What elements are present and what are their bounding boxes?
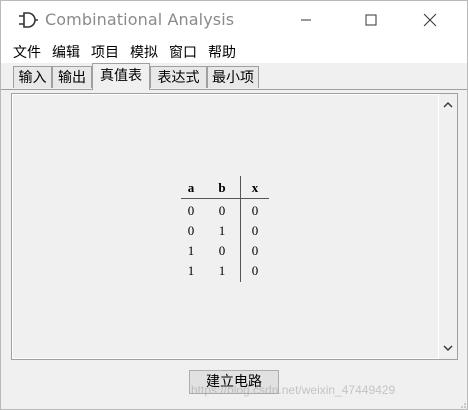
resize-grip-icon[interactable] <box>459 401 467 409</box>
column-header-a: a <box>187 180 195 195</box>
table-cell[interactable]: 0 <box>179 223 203 239</box>
scroll-down-button[interactable] <box>439 339 457 357</box>
truth-table-panel <box>11 93 458 360</box>
table-cell[interactable]: 0 <box>243 243 267 259</box>
table-cell[interactable]: 1 <box>210 223 234 239</box>
table-cell[interactable]: 1 <box>179 243 203 259</box>
table-cell[interactable]: 0 <box>243 263 267 279</box>
watermark-text: https://blog.csdn.net/weixin_47449429 <box>191 383 396 397</box>
scroll-up-button[interactable] <box>439 96 457 114</box>
column-header-b: b <box>218 180 226 195</box>
table-cell[interactable]: 1 <box>210 263 234 279</box>
table-divider-vertical <box>240 176 241 282</box>
menu-simulate[interactable]: 模拟 <box>130 42 158 62</box>
close-button[interactable] <box>407 1 453 39</box>
tab-expression[interactable]: 表达式 <box>150 66 207 88</box>
table-cell[interactable]: 1 <box>179 263 203 279</box>
minimize-button[interactable] <box>283 1 329 39</box>
chevron-down-icon <box>443 345 453 351</box>
table-cell[interactable]: 0 <box>243 223 267 239</box>
table-divider-horizontal <box>181 198 269 199</box>
tab-outputs[interactable]: 输出 <box>52 66 92 88</box>
app-window: Combinational Analysis 文件 编辑 项目 模拟 窗口 帮助… <box>0 0 468 410</box>
chevron-up-icon <box>443 102 453 108</box>
tab-minimized[interactable]: 最小项 <box>207 66 259 88</box>
table-cell[interactable]: 0 <box>243 203 267 219</box>
column-header-x: x <box>251 180 259 195</box>
maximize-icon <box>365 14 377 26</box>
logic-gate-icon <box>19 12 38 28</box>
menu-window[interactable]: 窗口 <box>169 42 197 62</box>
close-icon <box>423 13 437 27</box>
menu-bar: 文件 编辑 项目 模拟 窗口 帮助 <box>1 39 467 63</box>
vertical-scrollbar[interactable] <box>439 94 457 359</box>
menu-file[interactable]: 文件 <box>13 42 41 62</box>
maximize-button[interactable] <box>348 1 394 39</box>
menu-edit[interactable]: 编辑 <box>52 42 80 62</box>
title-bar: Combinational Analysis <box>1 1 467 39</box>
tab-inputs[interactable]: 输入 <box>13 66 52 88</box>
tab-strip: 输入 输出 真值表 表达式 最小项 <box>1 63 467 90</box>
table-cell[interactable]: 0 <box>210 243 234 259</box>
tab-truth-table[interactable]: 真值表 <box>92 63 150 90</box>
menu-project[interactable]: 项目 <box>91 42 119 62</box>
menu-help[interactable]: 帮助 <box>208 42 236 62</box>
table-cell[interactable]: 0 <box>179 203 203 219</box>
table-cell[interactable]: 0 <box>210 203 234 219</box>
window-title: Combinational Analysis <box>45 10 235 29</box>
minimize-icon <box>301 19 311 21</box>
